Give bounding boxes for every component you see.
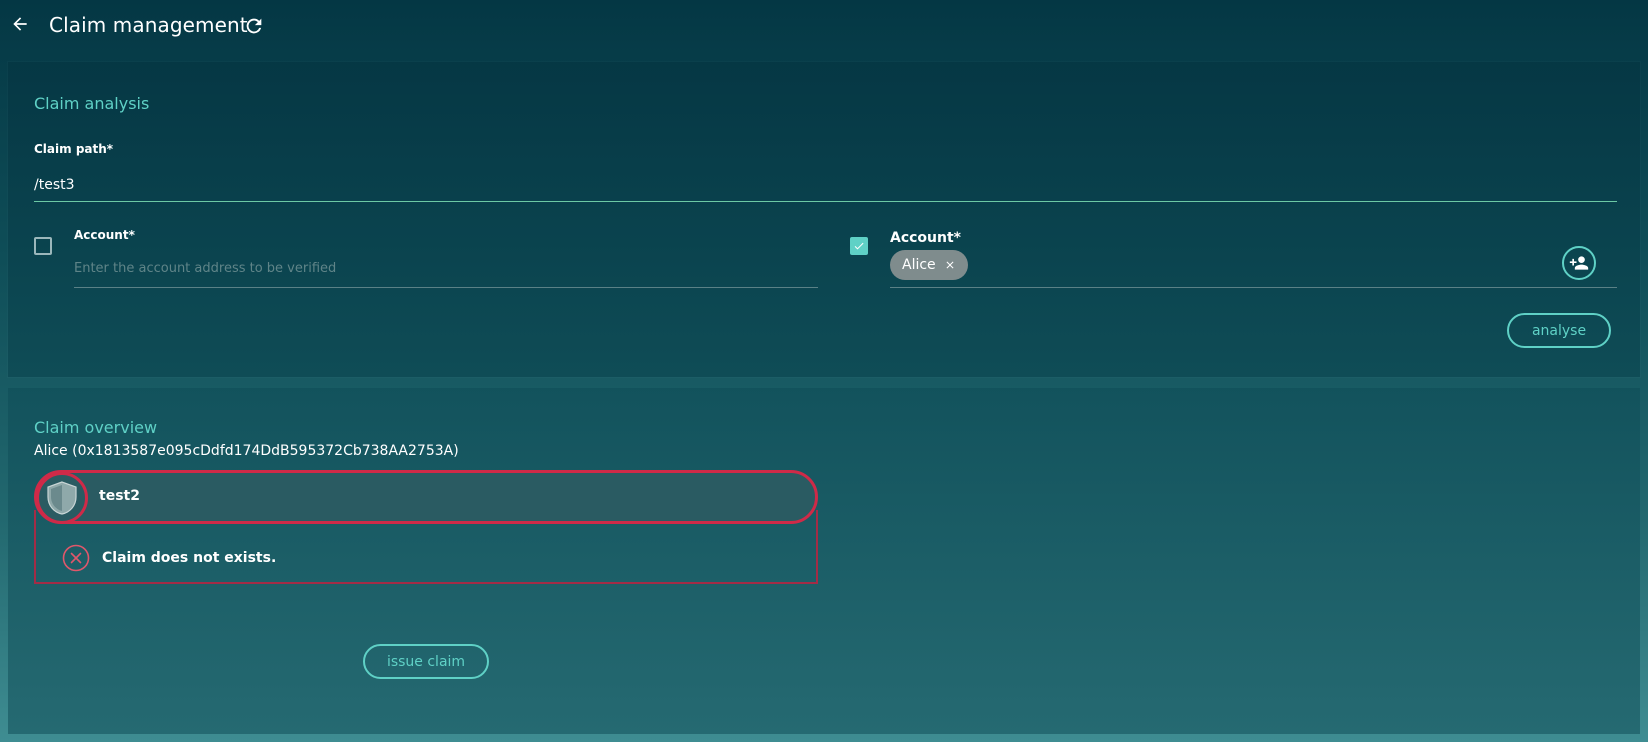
claim-name: test2 xyxy=(99,488,140,504)
shield-badge xyxy=(36,472,88,524)
right-account-underline xyxy=(890,287,1617,288)
account-address-input[interactable] xyxy=(74,254,816,282)
left-account-label: Account* xyxy=(74,228,135,242)
account-chip[interactable]: Alice xyxy=(890,250,968,280)
claim-overview-card: Claim overview Alice (0x1813587e095cDdfd… xyxy=(8,388,1640,734)
claim-analysis-card: Claim analysis Claim path* /test3 Accoun… xyxy=(8,62,1640,377)
claim-header[interactable]: test2 xyxy=(34,470,818,524)
refresh-button[interactable] xyxy=(243,15,265,37)
claim-path-input[interactable]: /test3 xyxy=(34,177,75,193)
back-button[interactable] xyxy=(8,12,32,36)
app-header: Claim management xyxy=(0,0,1648,56)
arrow-left-icon xyxy=(13,17,27,31)
analyse-button[interactable]: analyse xyxy=(1507,313,1611,348)
claim-analysis-title: Claim analysis xyxy=(34,94,150,113)
claim-status-text: Claim does not exists. xyxy=(102,550,277,566)
overview-account-line: Alice (0x1813587e095cDdfd174DdB595372Cb7… xyxy=(34,443,459,459)
checkmark-icon xyxy=(854,242,864,250)
add-person-icon xyxy=(1569,256,1589,270)
close-icon[interactable] xyxy=(944,259,956,271)
claim-path-underline xyxy=(34,201,1617,202)
shield-icon xyxy=(47,481,77,515)
error-x-icon xyxy=(62,544,90,572)
add-account-button[interactable] xyxy=(1562,246,1596,280)
claim-path-label: Claim path* xyxy=(34,142,114,156)
left-account-underline xyxy=(74,287,818,288)
refresh-icon xyxy=(246,18,262,34)
right-account-label: Account* xyxy=(890,230,961,246)
claim-overview-title: Claim overview xyxy=(34,418,158,437)
account-chip-label: Alice xyxy=(902,257,936,273)
right-account-checkbox[interactable] xyxy=(850,237,868,255)
left-account-checkbox[interactable] xyxy=(34,237,52,255)
page-title: Claim management xyxy=(49,13,248,37)
issue-claim-button[interactable]: issue claim xyxy=(363,644,489,679)
